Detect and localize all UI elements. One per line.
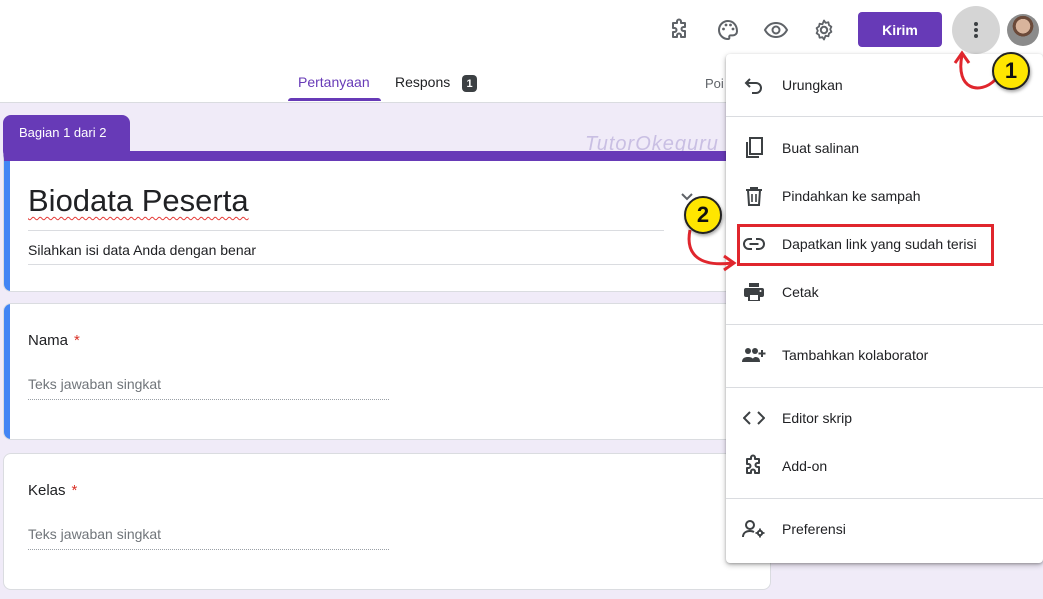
menu-item-label: Pindahkan ke sampah: [782, 188, 921, 204]
tab-points[interactable]: Poi: [705, 76, 724, 91]
menu-divider: [726, 498, 1043, 499]
menu-item-move-to-trash[interactable]: Pindahkan ke sampah: [726, 176, 1043, 216]
form-title[interactable]: Biodata Peserta: [28, 183, 249, 219]
copy-icon: [742, 136, 766, 160]
avatar[interactable]: [1007, 14, 1039, 46]
menu-divider: [726, 387, 1043, 388]
menu-item-label: Cetak: [782, 284, 819, 300]
trash-icon: [742, 184, 766, 208]
short-answer-placeholder: Teks jawaban singkat: [28, 376, 162, 392]
responses-count-badge: 1: [462, 75, 477, 92]
menu-item-preferences[interactable]: Preferensi: [726, 509, 1043, 549]
focus-accent: [4, 304, 10, 439]
more-vert-icon: [974, 22, 978, 38]
print-icon: [742, 280, 766, 304]
step-1-bubble: 1: [992, 52, 1030, 90]
person-settings-icon: [742, 517, 766, 541]
question-label: Nama *: [28, 332, 80, 349]
menu-item-add-collaborators[interactable]: Tambahkan kolaborator: [726, 335, 1043, 375]
send-button[interactable]: Kirim: [858, 12, 942, 47]
divider: [28, 264, 728, 265]
menu-item-script-editor[interactable]: Editor skrip: [726, 398, 1043, 438]
form-title-card[interactable]: Biodata Peserta Silahkan isi data Anda d…: [3, 151, 763, 292]
menu-item-label: Editor skrip: [782, 410, 853, 426]
menu-item-label: Preferensi: [782, 521, 846, 537]
add-people-icon: [742, 343, 766, 367]
highlight-box: [737, 224, 994, 266]
tab-questions[interactable]: Pertanyaan: [298, 74, 370, 90]
question-card[interactable]: Kelas * Teks jawaban singkat: [3, 453, 771, 590]
active-tab-indicator: [288, 98, 381, 101]
question-card[interactable]: Nama * Teks jawaban singkat: [3, 303, 771, 440]
answer-line: [28, 549, 389, 550]
menu-item-label: Tambahkan kolaborator: [782, 347, 929, 363]
undo-icon: [742, 73, 766, 97]
gear-icon[interactable]: [808, 14, 840, 46]
menu-item-label: Urungkan: [782, 77, 843, 93]
code-icon: [742, 406, 766, 430]
puzzle-icon[interactable]: [664, 14, 696, 46]
menu-divider: [726, 324, 1043, 325]
puzzle-icon: [742, 454, 766, 478]
menu-divider: [726, 116, 1043, 117]
required-mark: *: [71, 482, 78, 499]
menu-item-print[interactable]: Cetak: [726, 272, 1043, 312]
short-answer-placeholder: Teks jawaban singkat: [28, 526, 162, 542]
menu-item-label: Buat salinan: [782, 140, 860, 156]
more-options-menu: Urungkan Buat salinan Pindahkan ke sampa…: [726, 54, 1043, 563]
step-2-bubble: 2: [684, 196, 722, 234]
menu-item-make-copy[interactable]: Buat salinan: [726, 128, 1043, 168]
section-label: Bagian 1 dari 2: [3, 115, 130, 153]
menu-item-label: Add-on: [782, 458, 828, 474]
palette-icon[interactable]: [712, 14, 744, 46]
focus-accent: [4, 161, 10, 291]
divider: [28, 230, 664, 231]
question-label: Kelas *: [28, 482, 78, 499]
answer-line: [28, 399, 389, 400]
menu-item-add-ons[interactable]: Add-on: [726, 446, 1043, 486]
required-mark: *: [74, 332, 80, 349]
form-description[interactable]: Silahkan isi data Anda dengan benar: [28, 242, 256, 258]
eye-icon[interactable]: [760, 14, 792, 46]
tab-responses[interactable]: Respons: [395, 74, 450, 90]
